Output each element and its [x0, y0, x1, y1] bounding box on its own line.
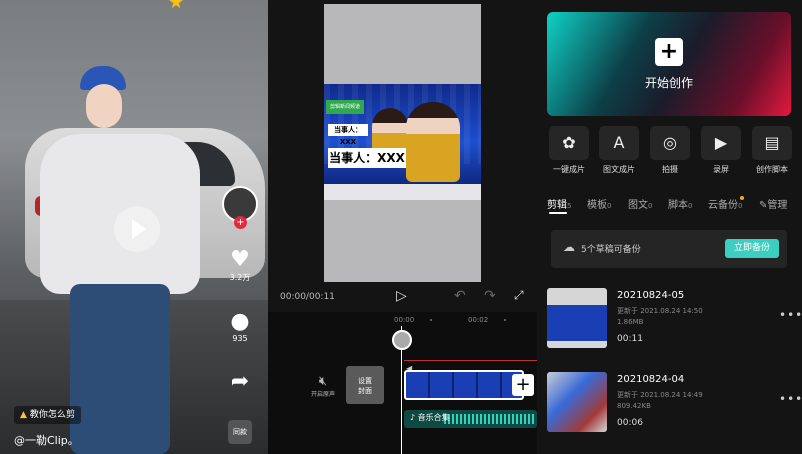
plus-icon: +: [655, 38, 683, 66]
ruler-mark: 00:00: [394, 316, 415, 324]
tool-shoot[interactable]: ◎ 拍摄: [648, 126, 692, 175]
tool-image-text[interactable]: A 图文成片: [597, 126, 641, 175]
app-root: ★ + ♥ 3.2万 ● 935 ➦ 同款 ▲ 教你怎么剪 @一勒Clip。 剪…: [0, 0, 802, 454]
graduation-cap-icon: ▲: [20, 410, 27, 420]
music-track-label: ♪ 音乐合集: [410, 413, 450, 422]
draft-thumbnail: [547, 372, 607, 432]
start-create-card[interactable]: + 开始创作: [547, 12, 791, 116]
channel-label: 剪辑新闻频道: [326, 100, 364, 114]
tab-image-text[interactable]: 图文0: [628, 196, 652, 211]
creator-avatar[interactable]: +: [222, 186, 258, 229]
image-text-icon: A: [599, 126, 639, 160]
notification-dot: [740, 196, 745, 200]
cloud-upload-icon: ☁: [563, 240, 575, 254]
follow-plus-icon[interactable]: +: [234, 216, 247, 229]
clip-top-line: [404, 360, 537, 361]
draft-tabs: 剪辑5 模板0 图文0 脚本0 云备份0 ✎管理: [547, 196, 797, 214]
preview-frame: 剪辑新闻频道 当事人：XXX 当事人：XXX: [324, 84, 481, 200]
tab-edit[interactable]: 剪辑5: [547, 196, 571, 214]
share-arrow-icon: ➦: [230, 369, 250, 394]
comment-count: 935: [232, 334, 248, 343]
play-icon[interactable]: ▷: [396, 288, 407, 304]
timecode: 00:00/00:11: [280, 292, 335, 302]
draft-item[interactable]: 20210824-04 更新于 2021.08.24 14:49 809.42K…: [547, 372, 802, 432]
name-caption-small: 当事人：XXX: [328, 124, 368, 146]
tool-record[interactable]: ▶ 录屏: [699, 126, 743, 175]
comment-action[interactable]: ● 935: [222, 309, 258, 344]
same-music-button[interactable]: 同款: [228, 420, 252, 444]
undo-icon[interactable]: ↶: [454, 288, 466, 304]
tab-cloud-backup[interactable]: 云备份0: [708, 196, 745, 211]
tool-script[interactable]: ▤ 创作脚本: [750, 126, 794, 175]
play-button[interactable]: [114, 206, 160, 252]
anchor-large: [406, 102, 460, 182]
like-action[interactable]: ♥ 3.2万: [222, 248, 258, 283]
author-handle[interactable]: @一勒Clip。: [14, 432, 79, 448]
add-clip-button[interactable]: +: [512, 374, 534, 396]
draft-thumbnail: [547, 288, 607, 348]
music-track[interactable]: ♪ 音乐合集: [404, 410, 537, 428]
set-cover-button[interactable]: 设置 封面: [346, 366, 384, 404]
star-icon: ★: [168, 0, 185, 13]
editor-panel: 剪辑新闻频道 当事人：XXX 当事人：XXX 00:00/00:11 ▷ ↶ ↷…: [268, 0, 537, 454]
heart-icon: ♥: [230, 247, 250, 272]
share-action[interactable]: ➦: [222, 370, 258, 394]
backup-now-button[interactable]: 立即备份: [725, 239, 779, 258]
quick-tools: ✿ 一键成片 A 图文成片 ◎ 拍摄 ▶ 录屏 ▤ 创作脚本: [547, 126, 797, 176]
more-options-icon[interactable]: •••: [779, 308, 802, 322]
like-count: 3.2万: [229, 273, 251, 282]
comment-icon: ●: [230, 309, 250, 334]
tool-one-click[interactable]: ✿ 一键成片: [547, 126, 591, 175]
speaker-mute-icon: 🔇︎: [318, 374, 328, 389]
video-feed-panel: ★ + ♥ 3.2万 ● 935 ➦ 同款 ▲ 教你怎么剪 @一勒Clip。: [0, 0, 268, 454]
start-create-label: 开始创作: [644, 76, 693, 90]
home-panel: + 开始创作 ✿ 一键成片 A 图文成片 ◎ 拍摄 ▶ 录屏 ▤ 创作脚本 剪辑…: [537, 0, 802, 454]
timeline[interactable]: 00:00 00:02 🔇︎ 开启原声 设置 封面 ◀︎ + ♪ 音乐合集: [268, 312, 537, 454]
script-icon: ▤: [752, 126, 792, 160]
video-preview[interactable]: 剪辑新闻频道 当事人：XXX 当事人：XXX: [324, 4, 481, 282]
ruler-mark: 00:02: [468, 316, 489, 324]
fullscreen-icon[interactable]: ⤢: [514, 288, 524, 303]
redo-icon[interactable]: ↷: [484, 288, 496, 304]
tab-template[interactable]: 模板0: [587, 196, 611, 211]
more-options-icon[interactable]: •••: [779, 392, 802, 406]
cut-icon: ✿: [549, 126, 589, 160]
backup-text: 5个草稿可备份: [581, 245, 641, 255]
camera-icon: ◎: [650, 126, 690, 160]
screen-record-icon: ▶: [701, 126, 741, 160]
video-subject: [40, 60, 210, 454]
name-caption-large: 当事人：XXX: [328, 148, 406, 168]
backup-banner: ☁ 5个草稿可备份 立即备份: [551, 230, 787, 268]
draft-item[interactable]: 20210824-05 更新于 2021.08.24 14:50 1.86MB …: [547, 288, 802, 348]
playhead-handle[interactable]: [392, 330, 412, 350]
audio-waveform: [444, 414, 534, 424]
mute-toggle[interactable]: 🔇︎ 开启原声: [308, 374, 338, 398]
tab-manage[interactable]: ✎管理: [759, 196, 787, 211]
tutorial-tag[interactable]: ▲ 教你怎么剪: [14, 406, 81, 424]
tab-script[interactable]: 脚本0: [668, 196, 692, 211]
video-clip-track[interactable]: [404, 370, 524, 400]
